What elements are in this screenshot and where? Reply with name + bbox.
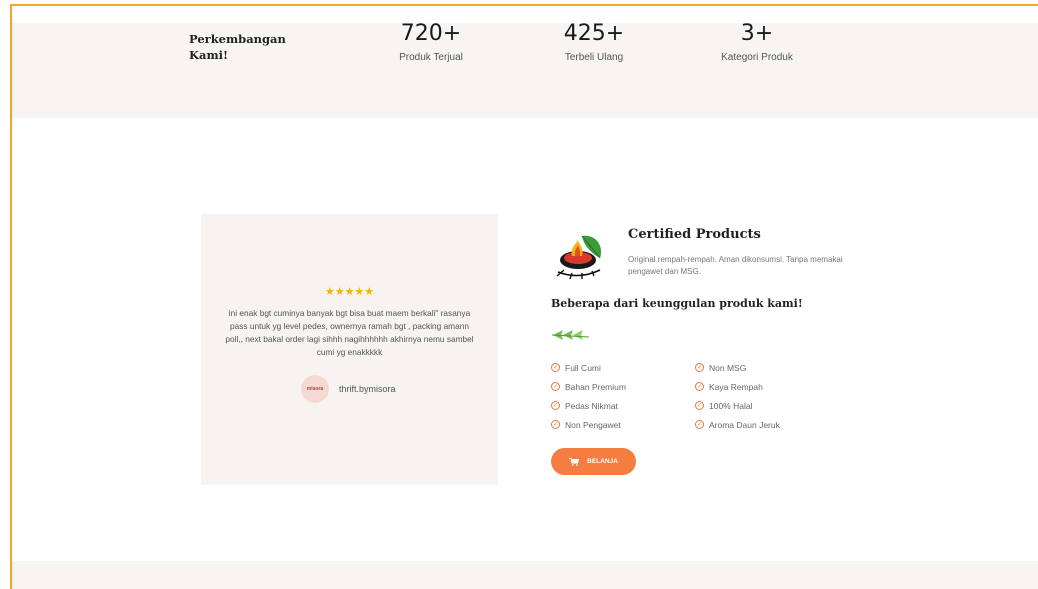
feature-label: Bahan Premium [565, 381, 626, 392]
stat-repurchased: 425+ Terbeli Ulang [529, 20, 659, 63]
feature-label: Aroma Daun Jeruk [709, 419, 780, 430]
brand-logo [556, 235, 602, 280]
stats-section [12, 23, 1038, 118]
frame-top-border [10, 4, 1038, 6]
stat-value: 425+ [563, 21, 625, 46]
check-circle-icon: ✓ [695, 382, 704, 391]
feature-label: Full Cumi [565, 362, 601, 373]
stat-label: Terbeli Ulang [564, 52, 624, 63]
check-circle-icon: ✓ [695, 420, 704, 429]
stat-products-sold: 720+ Produk Terjual [366, 20, 496, 63]
rating-stars-icon: ★★★★★ [324, 286, 375, 298]
feature-label: Kaya Rempah [709, 381, 763, 392]
avatar: misora [301, 375, 329, 403]
feature-item: ✓ Bahan Premium [551, 377, 626, 396]
check-circle-icon: ✓ [551, 363, 560, 372]
stats-title: Perkembangan Kami! [189, 32, 286, 62]
stat-label: Produk Terjual [399, 52, 463, 63]
feature-label: 100% Halal [709, 400, 753, 411]
feature-label: Non MSG [709, 362, 747, 373]
features-list-left: ✓ Full Cumi ✓ Bahan Premium ✓ Pedas Nikmat … [551, 358, 626, 434]
stat-value: 720+ [400, 21, 462, 46]
check-circle-icon: ✓ [695, 401, 704, 410]
stat-categories: 3+ Kategori Produk [692, 20, 822, 63]
testimonial-card: ★★★★★ ini enak bgt cuminya banyak bgt bi… [201, 214, 498, 485]
certified-description: Original rempah-rempah. Aman dikonsumsi.… [628, 255, 843, 276]
reviewer-name: thrift.bymisora [339, 384, 396, 394]
stat-value: 3+ [740, 21, 774, 46]
check-circle-icon: ✓ [551, 382, 560, 391]
feature-item: ✓ 100% Halal [695, 396, 780, 415]
advantages-heading: Beberapa dari keunggulan produk kami! [551, 297, 803, 310]
review-text: ini enak bgt cuminya banyak bgt bisa bua… [225, 308, 474, 357]
features-list-right: ✓ Non MSG ✓ Kaya Rempah ✓ 100% Halal ✓ Aroma… [695, 358, 780, 434]
shop-button-label: BELANJA [587, 458, 618, 465]
reviewer: misora thrift.bymisora [301, 375, 396, 403]
next-section-band [12, 561, 1038, 589]
check-circle-icon: ✓ [695, 363, 704, 372]
check-circle-icon: ✓ [551, 420, 560, 429]
feature-item: ✓ Aroma Daun Jeruk [695, 415, 780, 434]
certified-title: Certified Products [628, 227, 761, 242]
feature-label: Non Pengawet [565, 419, 621, 430]
cart-icon [569, 457, 580, 466]
stat-label: Kategori Produk [721, 52, 793, 63]
feature-item: ✓ Kaya Rempah [695, 377, 780, 396]
check-circle-icon: ✓ [551, 401, 560, 410]
feature-item: ✓ Full Cumi [551, 358, 626, 377]
shop-button[interactable]: BELANJA [551, 448, 636, 475]
feature-label: Pedas Nikmat [565, 400, 618, 411]
feature-item: ✓ Non MSG [695, 358, 780, 377]
feature-item: ✓ Pedas Nikmat [551, 396, 626, 415]
leaf-decoration-icon [551, 330, 590, 340]
feature-item: ✓ Non Pengawet [551, 415, 626, 434]
